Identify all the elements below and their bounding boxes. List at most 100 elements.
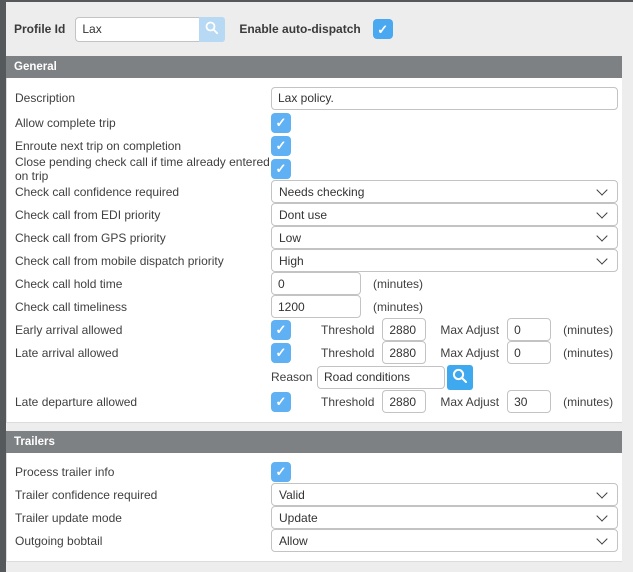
select-value: Valid — [279, 488, 305, 502]
late-departure-threshold-input[interactable] — [382, 390, 426, 413]
allow-complete-trip-label: Allow complete trip — [15, 116, 271, 130]
check-icon: ✓ — [276, 465, 287, 478]
chevron-down-icon — [596, 230, 607, 241]
early-arrival-max-adjust-input[interactable] — [507, 318, 551, 341]
check-call-mobile-select[interactable]: High — [271, 249, 618, 272]
enable-auto-dispatch-checkbox[interactable]: ✓ — [373, 19, 393, 39]
check-call-edi-select[interactable]: Dont use — [271, 203, 618, 226]
select-value: Needs checking — [279, 185, 364, 199]
late-departure-row: Late departure allowed ✓ Threshold Max A… — [7, 390, 622, 413]
general-section: General Description Allow complete trip … — [6, 56, 622, 423]
max-adjust-label: Max Adjust — [440, 346, 499, 360]
close-pending-check-call-row: Close pending check call if time already… — [7, 157, 622, 180]
chevron-down-icon — [596, 207, 607, 218]
check-call-confidence-row: Check call confidence required Needs che… — [7, 180, 622, 203]
check-icon: ✓ — [377, 23, 388, 36]
reason-label: Reason — [271, 370, 309, 384]
search-icon — [451, 367, 469, 388]
check-call-gps-select[interactable]: Low — [271, 226, 618, 249]
check-call-hold-time-label: Check call hold time — [15, 277, 271, 291]
check-call-gps-label: Check call from GPS priority — [15, 231, 271, 245]
close-pending-check-call-checkbox[interactable]: ✓ — [271, 159, 291, 179]
process-trailer-info-checkbox[interactable]: ✓ — [271, 462, 291, 482]
check-call-hold-time-input[interactable] — [271, 272, 361, 295]
reason-search-button[interactable] — [447, 365, 473, 390]
select-value: Update — [279, 511, 318, 525]
check-icon: ✓ — [276, 139, 287, 152]
minutes-unit-label: (minutes) — [563, 395, 613, 409]
minutes-unit-label: (minutes) — [563, 346, 613, 360]
check-icon: ✓ — [276, 323, 287, 336]
minutes-unit-label: (minutes) — [563, 323, 613, 337]
chevron-down-icon — [596, 253, 607, 264]
late-arrival-max-adjust-input[interactable] — [507, 341, 551, 364]
outgoing-bobtail-row: Outgoing bobtail Allow — [7, 529, 622, 552]
description-input[interactable] — [271, 87, 618, 110]
check-call-hold-time-row: Check call hold time (minutes) — [7, 272, 622, 295]
process-trailer-info-row: Process trailer info ✓ — [7, 460, 622, 483]
check-icon: ✓ — [276, 162, 287, 175]
early-arrival-label: Early arrival allowed — [15, 323, 271, 337]
trailer-confidence-select[interactable]: Valid — [271, 483, 618, 506]
late-departure-label: Late departure allowed — [15, 395, 271, 409]
check-call-timeliness-label: Check call timeliness — [15, 300, 271, 314]
general-section-header: General — [6, 56, 622, 78]
enable-auto-dispatch-label: Enable auto-dispatch — [239, 22, 360, 36]
trailers-panel: Process trailer info ✓ Trailer confidenc… — [6, 453, 622, 562]
late-arrival-row: Late arrival allowed ✓ Threshold Max Adj… — [7, 341, 622, 364]
trailer-update-mode-select[interactable]: Update — [271, 506, 618, 529]
late-arrival-reason-row: Reason — [7, 364, 622, 390]
check-call-mobile-row: Check call from mobile dispatch priority… — [7, 249, 622, 272]
chevron-down-icon — [596, 510, 607, 521]
section-divider — [6, 423, 633, 431]
check-icon: ✓ — [276, 346, 287, 359]
general-panel: Description Allow complete trip ✓ Enrout… — [6, 78, 622, 423]
outgoing-bobtail-select[interactable]: Allow — [271, 529, 618, 552]
minutes-unit-label: (minutes) — [373, 300, 423, 314]
select-value: Low — [279, 231, 301, 245]
chevron-down-icon — [596, 487, 607, 498]
late-arrival-checkbox[interactable]: ✓ — [271, 343, 291, 363]
check-call-gps-row: Check call from GPS priority Low — [7, 226, 622, 249]
allow-complete-trip-checkbox[interactable]: ✓ — [271, 113, 291, 133]
late-departure-max-adjust-input[interactable] — [507, 390, 551, 413]
enroute-next-trip-checkbox[interactable]: ✓ — [271, 136, 291, 156]
reason-input[interactable] — [317, 366, 445, 389]
close-pending-check-call-label: Close pending check call if time already… — [15, 155, 271, 183]
early-arrival-threshold-input[interactable] — [382, 318, 426, 341]
early-arrival-checkbox[interactable]: ✓ — [271, 320, 291, 340]
select-value: High — [279, 254, 304, 268]
profile-id-input[interactable] — [75, 17, 199, 42]
check-call-confidence-select[interactable]: Needs checking — [271, 180, 618, 203]
check-icon: ✓ — [276, 116, 287, 129]
max-adjust-label: Max Adjust — [440, 395, 499, 409]
trailer-update-mode-label: Trailer update mode — [15, 511, 271, 525]
threshold-label: Threshold — [321, 395, 374, 409]
search-icon — [204, 20, 220, 39]
late-arrival-threshold-input[interactable] — [382, 341, 426, 364]
trailer-update-mode-row: Trailer update mode Update — [7, 506, 622, 529]
late-arrival-label: Late arrival allowed — [15, 346, 271, 360]
check-icon: ✓ — [276, 395, 287, 408]
trailer-confidence-label: Trailer confidence required — [15, 488, 271, 502]
select-value: Dont use — [279, 208, 327, 222]
check-call-timeliness-input[interactable] — [271, 295, 361, 318]
chevron-down-icon — [596, 533, 607, 544]
trailers-section: Trailers Process trailer info ✓ Trailer … — [6, 431, 622, 562]
check-call-confidence-label: Check call confidence required — [15, 185, 271, 199]
enroute-next-trip-label: Enroute next trip on completion — [15, 139, 271, 153]
trailer-confidence-row: Trailer confidence required Valid — [7, 483, 622, 506]
profile-id-lookup-button[interactable] — [199, 17, 225, 42]
max-adjust-label: Max Adjust — [440, 323, 499, 337]
chevron-down-icon — [596, 184, 607, 195]
process-trailer-info-label: Process trailer info — [15, 465, 271, 479]
minutes-unit-label: (minutes) — [373, 277, 423, 291]
outgoing-bobtail-label: Outgoing bobtail — [15, 534, 271, 548]
check-call-timeliness-row: Check call timeliness (minutes) — [7, 295, 622, 318]
description-label: Description — [15, 91, 271, 105]
late-departure-checkbox[interactable]: ✓ — [271, 392, 291, 412]
threshold-label: Threshold — [321, 346, 374, 360]
check-call-mobile-label: Check call from mobile dispatch priority — [15, 254, 271, 268]
check-call-edi-label: Check call from EDI priority — [15, 208, 271, 222]
description-row: Description — [7, 85, 622, 111]
